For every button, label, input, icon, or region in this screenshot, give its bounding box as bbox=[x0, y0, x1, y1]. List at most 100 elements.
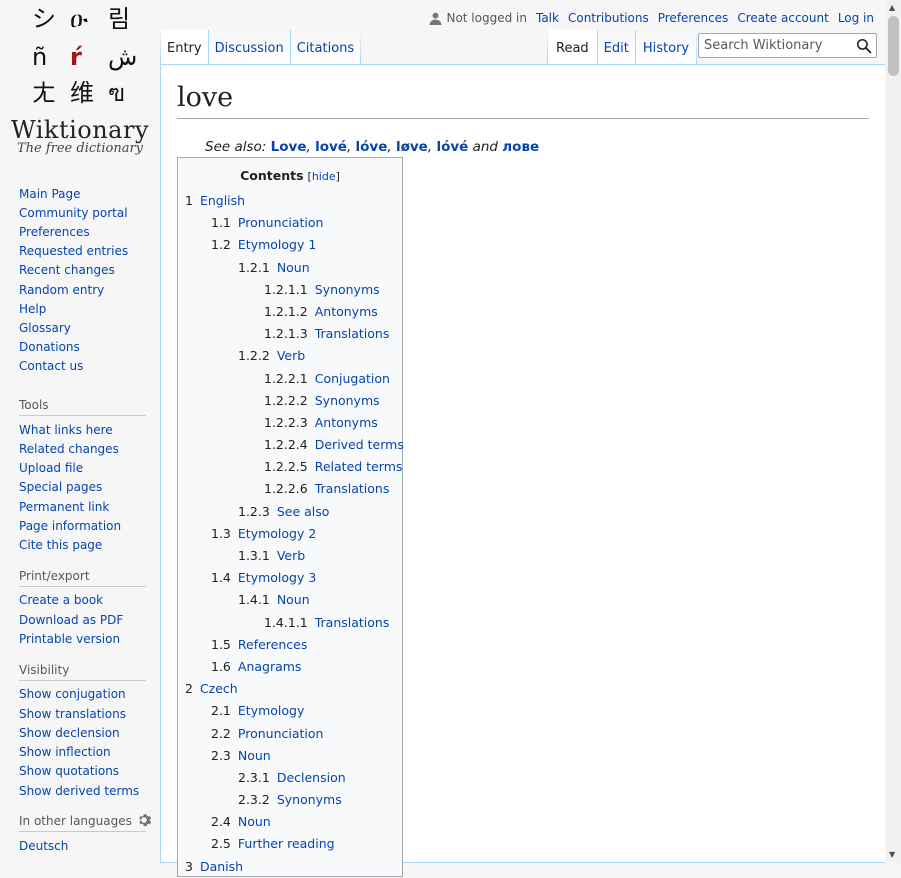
see-also-link[interactable]: Love bbox=[271, 139, 307, 155]
toc-link[interactable]: 1.2.2.6 Translations bbox=[264, 481, 389, 496]
toc-link[interactable]: 1.6 Anagrams bbox=[211, 659, 301, 674]
gear-icon[interactable] bbox=[136, 812, 152, 828]
create-account-link[interactable]: Create account bbox=[737, 11, 829, 25]
sidebar-item-show-derived-terms[interactable]: Show derived terms bbox=[19, 784, 139, 798]
toc-text: Derived terms bbox=[314, 437, 404, 453]
sidebar-item-page-information[interactable]: Page information bbox=[19, 519, 121, 533]
preferences-link[interactable]: Preferences bbox=[658, 11, 729, 25]
sidebar-item-show-translations[interactable]: Show translations bbox=[19, 707, 126, 721]
toc-link[interactable]: 1.2.1 Noun bbox=[238, 260, 310, 275]
see-also-link[interactable]: lóve bbox=[356, 139, 388, 155]
toc-link[interactable]: 1.2.3 See also bbox=[238, 504, 329, 519]
see-also-link[interactable]: лове bbox=[502, 139, 539, 155]
see-also-link[interactable]: løve bbox=[396, 139, 428, 155]
site-logo[interactable]: シ ዑ 림 ñ ŕ ش ㄤ 维 ฃ Wiktionary The free di… bbox=[0, 0, 160, 160]
toc-link[interactable]: 2.5 Further reading bbox=[211, 836, 335, 851]
sidebar-item-deutsch[interactable]: Deutsch bbox=[19, 839, 68, 853]
toc-link[interactable]: 1.1 Pronunciation bbox=[211, 215, 323, 230]
toc-number: 2 bbox=[185, 681, 193, 697]
tab-citations-label: Citations bbox=[296, 41, 355, 56]
see-also-link[interactable]: lóvé bbox=[436, 139, 468, 155]
talk-link[interactable]: Talk bbox=[536, 11, 559, 25]
toc-text: Noun bbox=[276, 259, 310, 275]
toc-link[interactable]: 1.2.1.3 Translations bbox=[264, 326, 389, 341]
logo-glyph: シ bbox=[32, 5, 56, 33]
search-box bbox=[698, 33, 877, 58]
sidebar-item-community-portal[interactable]: Community portal bbox=[19, 206, 128, 220]
toc-link[interactable]: 1.2.1.2 Antonyms bbox=[264, 304, 378, 319]
tab-citations[interactable]: Citations bbox=[289, 30, 361, 64]
toc-hide-link[interactable]: hide bbox=[312, 170, 336, 183]
sidebar-item-donations[interactable]: Donations bbox=[19, 340, 80, 354]
toc-link[interactable]: 1.5 References bbox=[211, 637, 307, 652]
sidebar-item-preferences[interactable]: Preferences bbox=[19, 225, 90, 239]
toc-item: 2.3.1 Declension bbox=[178, 767, 402, 789]
sidebar-item-show-inflection[interactable]: Show inflection bbox=[19, 745, 111, 759]
sidebar-heading-print-export: Print/export bbox=[19, 569, 146, 587]
toc-link[interactable]: 1.3 Etymology 2 bbox=[211, 526, 316, 541]
toc-link[interactable]: 2.3.2 Synonyms bbox=[238, 792, 342, 807]
toc-link[interactable]: 1.2.1.1 Synonyms bbox=[264, 282, 380, 297]
toc-link[interactable]: 1.2.2 Verb bbox=[238, 348, 305, 363]
sidebar-item-main-page[interactable]: Main Page bbox=[19, 187, 81, 201]
sidebar-item-printable-version[interactable]: Printable version bbox=[19, 632, 120, 646]
toc-link[interactable]: 1 English bbox=[185, 193, 245, 208]
toc-link[interactable]: 1.2.2.2 Synonyms bbox=[264, 393, 380, 408]
toc-link[interactable]: 1.2.2.3 Antonyms bbox=[264, 415, 378, 430]
toc-link[interactable]: 1.3.1 Verb bbox=[238, 548, 305, 563]
tab-edit[interactable]: Edit bbox=[596, 30, 635, 64]
sidebar-item-help[interactable]: Help bbox=[19, 302, 46, 316]
toc-link[interactable]: 1.4.1.1 Translations bbox=[264, 615, 389, 630]
sidebar-item-create-book[interactable]: Create a book bbox=[19, 593, 103, 607]
sidebar-item-related-changes[interactable]: Related changes bbox=[19, 442, 119, 456]
tab-entry[interactable]: Entry bbox=[161, 30, 208, 64]
toc-link[interactable]: 2 Czech bbox=[185, 681, 238, 696]
toc-number: 1.4.1 bbox=[238, 592, 270, 608]
logo-glyph: ñ bbox=[32, 43, 48, 71]
toc-link[interactable]: 1.4.1 Noun bbox=[238, 592, 310, 607]
sidebar-item-show-conjugation[interactable]: Show conjugation bbox=[19, 687, 126, 701]
toc-link[interactable]: 3 Danish bbox=[185, 859, 243, 874]
scroll-down-icon[interactable]: ▼ bbox=[889, 851, 895, 859]
tab-history[interactable]: History bbox=[634, 30, 697, 64]
toc-link[interactable]: 1.2.2.5 Related terms bbox=[264, 459, 402, 474]
sidebar-item-download-pdf[interactable]: Download as PDF bbox=[19, 613, 123, 627]
sidebar-item-random-entry[interactable]: Random entry bbox=[19, 283, 104, 297]
toc-link[interactable]: 1.4 Etymology 3 bbox=[211, 570, 316, 585]
sidebar-item-show-quotations[interactable]: Show quotations bbox=[19, 764, 119, 778]
log-in-link[interactable]: Log in bbox=[838, 11, 874, 25]
contributions-link[interactable]: Contributions bbox=[568, 11, 649, 25]
sidebar-item-special-pages[interactable]: Special pages bbox=[19, 480, 102, 494]
toc-link[interactable]: 2.3 Noun bbox=[211, 748, 271, 763]
sidebar-item-show-declension[interactable]: Show declension bbox=[19, 726, 120, 740]
sidebar-item-requested-entries[interactable]: Requested entries bbox=[19, 244, 128, 258]
toc-link[interactable]: 2.4 Noun bbox=[211, 814, 271, 829]
tab-read[interactable]: Read bbox=[548, 30, 597, 64]
toc-link[interactable]: 1.2.2.1 Conjugation bbox=[264, 371, 390, 386]
toc-text: Noun bbox=[237, 814, 271, 830]
search-icon[interactable] bbox=[856, 38, 872, 54]
see-also-link[interactable]: lové bbox=[315, 139, 347, 155]
sidebar-item-glossary[interactable]: Glossary bbox=[19, 321, 71, 335]
toc-link[interactable]: 2.2 Pronunciation bbox=[211, 726, 323, 741]
toc-link[interactable]: 1.2 Etymology 1 bbox=[211, 237, 316, 252]
toc-hide-wrapper: [hide] bbox=[307, 170, 340, 183]
sidebar-item-upload-file[interactable]: Upload file bbox=[19, 461, 83, 475]
scrollbar[interactable]: ▲ ▼ bbox=[886, 0, 901, 863]
toc-item: 1.2.3 See also bbox=[178, 501, 402, 523]
toc-text: Etymology bbox=[237, 703, 305, 719]
sidebar-item-cite-this-page[interactable]: Cite this page bbox=[19, 538, 102, 552]
toc-link[interactable]: 2.3.1 Declension bbox=[238, 770, 346, 785]
toc-item: 1.1 Pronunciation bbox=[178, 212, 402, 234]
sidebar-item-permanent-link[interactable]: Permanent link bbox=[19, 500, 109, 514]
search-input[interactable] bbox=[699, 34, 850, 57]
sidebar-item-contact-us[interactable]: Contact us bbox=[19, 359, 83, 373]
scroll-up-icon[interactable]: ▲ bbox=[889, 4, 895, 12]
sidebar-item-recent-changes[interactable]: Recent changes bbox=[19, 263, 115, 277]
toc-link[interactable]: 2.1 Etymology bbox=[211, 703, 304, 718]
sidebar-item-what-links-here[interactable]: What links here bbox=[19, 423, 113, 437]
toc-link[interactable]: 1.2.2.4 Derived terms bbox=[264, 437, 404, 452]
tab-discussion[interactable]: Discussion bbox=[207, 30, 290, 64]
toc-text: Translations bbox=[314, 614, 390, 630]
scrollbar-thumb[interactable] bbox=[888, 16, 899, 76]
